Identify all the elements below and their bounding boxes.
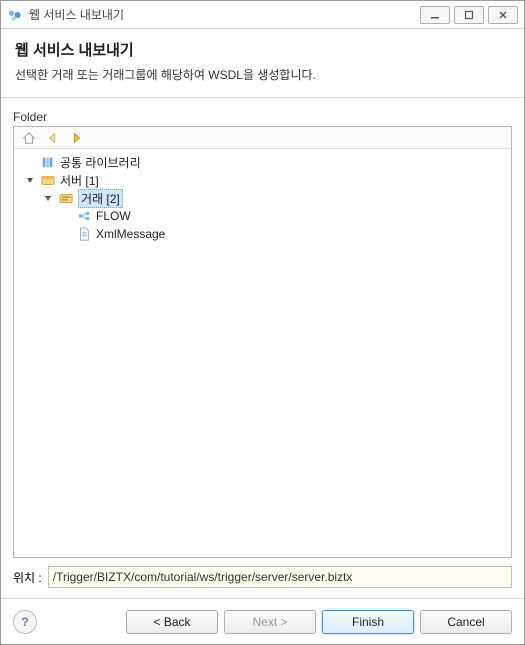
next-button: Next > — [224, 610, 316, 634]
button-bar: < Back Next > Finish Cancel — [126, 610, 512, 634]
titlebar: 웹 서비스 내보내기 — [1, 1, 524, 29]
folder-tree-panel: 공통 라이브러리 서버 [1] — [13, 126, 512, 558]
page-title: 웹 서비스 내보내기 — [15, 39, 510, 60]
twisty-expanded-icon[interactable] — [24, 174, 36, 186]
tree-node-label: XmlMessage — [96, 227, 165, 241]
back-arrow-icon[interactable] — [44, 129, 62, 147]
location-row: 위치 : — [13, 566, 512, 588]
tree-node-label: 서버 [1] — [60, 172, 99, 189]
library-icon — [40, 154, 56, 170]
twisty-placeholder — [24, 156, 36, 168]
tree-node-xmlmessage[interactable]: XmlMessage — [20, 225, 505, 243]
wizard-header: 웹 서비스 내보내기 선택한 거래 또는 거래그룹에 해당하여 WSDL을 생성… — [1, 29, 524, 98]
window-title: 웹 서비스 내보내기 — [29, 6, 124, 23]
tree-node-server[interactable]: 서버 [1] — [20, 171, 505, 189]
dialog-window: 웹 서비스 내보내기 웹 서비스 내보내기 선택한 거래 또는 거래그룹에 해당… — [0, 0, 525, 645]
maximize-button[interactable] — [454, 6, 484, 24]
minimize-button[interactable] — [420, 6, 450, 24]
wizard-footer: ? < Back Next > Finish Cancel — [1, 598, 524, 644]
transaction-icon — [58, 190, 74, 206]
flow-icon — [76, 208, 92, 224]
wizard-content: Folder 공통 라 — [1, 98, 524, 598]
help-icon: ? — [21, 615, 28, 629]
document-icon — [76, 226, 92, 242]
server-icon — [40, 172, 56, 188]
tree-node-label: 공통 라이브러리 — [60, 154, 141, 171]
folder-tree[interactable]: 공통 라이브러리 서버 [1] — [14, 149, 511, 557]
app-icon — [7, 7, 23, 23]
tree-node-transaction[interactable]: 거래 [2] — [20, 189, 505, 207]
location-input[interactable] — [48, 566, 512, 588]
page-description: 선택한 거래 또는 거래그룹에 해당하여 WSDL을 생성합니다. — [15, 66, 510, 83]
twisty-placeholder — [60, 210, 72, 222]
tree-node-label: FLOW — [96, 209, 131, 223]
tree-node-flow[interactable]: FLOW — [20, 207, 505, 225]
twisty-placeholder — [60, 228, 72, 240]
home-icon[interactable] — [20, 129, 38, 147]
location-label: 위치 : — [13, 569, 42, 586]
finish-button[interactable]: Finish — [322, 610, 414, 634]
window-controls — [416, 6, 518, 24]
close-button[interactable] — [488, 6, 518, 24]
folder-label: Folder — [13, 110, 512, 124]
cancel-button[interactable]: Cancel — [420, 610, 512, 634]
forward-arrow-icon[interactable] — [68, 129, 86, 147]
twisty-expanded-icon[interactable] — [42, 192, 54, 204]
tree-node-label: 거래 [2] — [78, 189, 123, 208]
help-button[interactable]: ? — [13, 610, 37, 634]
tree-node-library[interactable]: 공통 라이브러리 — [20, 153, 505, 171]
tree-toolbar — [14, 127, 511, 149]
back-button[interactable]: < Back — [126, 610, 218, 634]
